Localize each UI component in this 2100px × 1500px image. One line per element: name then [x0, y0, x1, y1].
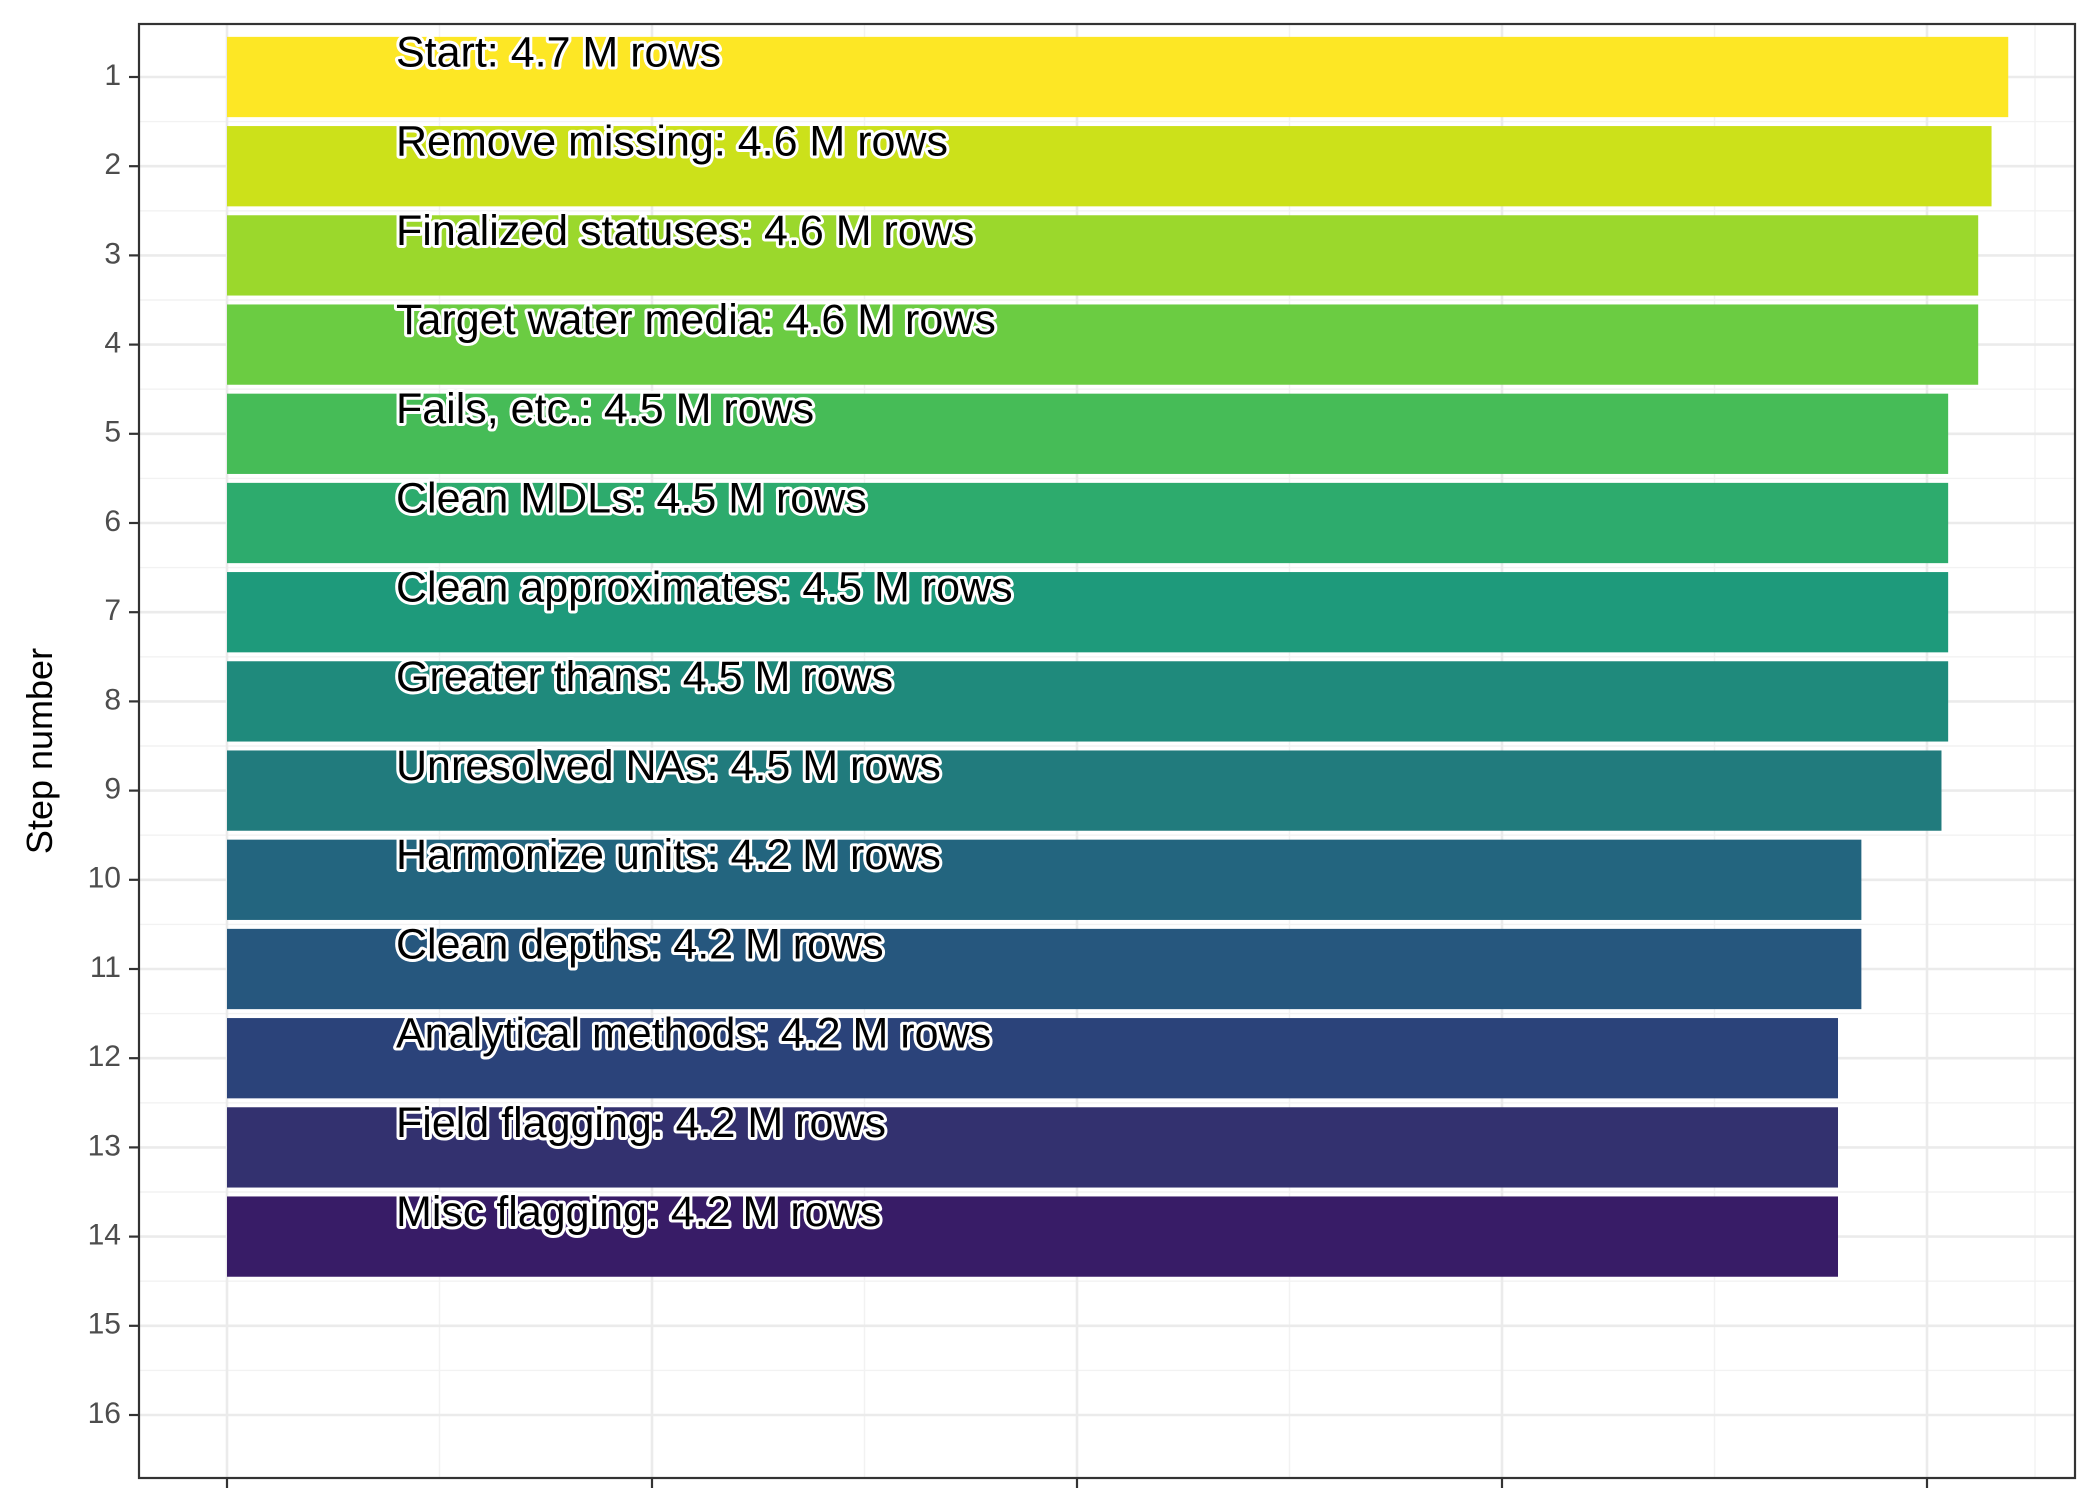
y-tick-label: 3 [104, 237, 121, 270]
bar-label-step-11: Clean depths: 4.2 M rows [396, 920, 884, 968]
bar-chart: Start: 4.7 M rows Remove missing: 4.6 M r… [19, 22, 2077, 1488]
y-tick-label: 2 [104, 148, 121, 181]
bar-label-step-6: Clean MDLs: 4.5 M rows [396, 474, 867, 522]
y-tick-label: 4 [104, 327, 121, 360]
y-tick-label: 8 [104, 683, 121, 716]
bar-label-step-3: Finalized statuses: 4.6 M rows [396, 207, 974, 255]
bar-label-step-14: Misc flagging: 4.2 M rows [396, 1188, 881, 1236]
x-axis [225, 1478, 1929, 1488]
y-tick-label: 5 [104, 416, 121, 449]
y-tick-label: 16 [88, 1397, 121, 1430]
y-tick-label: 6 [104, 505, 121, 538]
y-tick-label: 7 [104, 594, 121, 627]
y-axis: 12345678910111213141516 [88, 59, 139, 1430]
bar-label-step-10: Harmonize units: 4.2 M rows [396, 831, 941, 879]
bar-label-step-13: Field flagging: 4.2 M rows [396, 1099, 886, 1147]
bar-label-step-12: Analytical methods: 4.2 M rows [396, 1010, 991, 1058]
y-tick-label: 12 [88, 1040, 121, 1073]
bar-label-step-8: Greater thans: 4.5 M rows [396, 653, 893, 701]
y-tick-label: 10 [88, 862, 121, 895]
y-tick-label: 15 [88, 1308, 121, 1341]
y-tick-label: 1 [104, 59, 121, 92]
y-tick-label: 11 [90, 951, 121, 984]
y-tick-label: 9 [104, 773, 121, 806]
bar-label-step-5: Fails, etc.: 4.5 M rows [396, 385, 814, 433]
y-axis-title: Step number [19, 648, 60, 854]
bar-label-step-9: Unresolved NAs: 4.5 M rows [396, 742, 941, 790]
bar-label-step-1: Start: 4.7 M rows [396, 28, 721, 76]
bar-label-step-7: Clean approximates: 4.5 M rows [396, 564, 1013, 612]
y-tick-label: 13 [88, 1129, 121, 1162]
bar-label-step-2: Remove missing: 4.6 M rows [396, 118, 948, 166]
y-tick-label: 14 [88, 1219, 121, 1252]
bar-label-step-4: Target water media: 4.6 M rows [396, 296, 996, 344]
